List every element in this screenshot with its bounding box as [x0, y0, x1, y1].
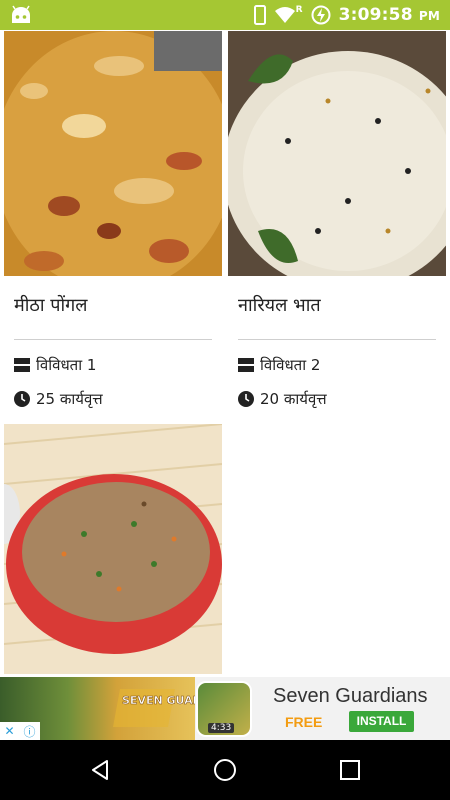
clock: 3:09:58 PM [339, 5, 440, 25]
ad-free-label: FREE [285, 714, 323, 730]
status-bar: R 3:09:58 PM [0, 0, 450, 30]
coconut-rice-photo [228, 31, 446, 276]
navigation-bar [0, 740, 450, 800]
recipe-time: 20 कार्यवृत्त [238, 389, 327, 409]
android-debug-icon [12, 5, 30, 23]
home-icon [214, 759, 236, 781]
time-label: 25 कार्यवृत्त [36, 390, 103, 408]
clock-icon [14, 391, 30, 407]
recipe-difficulty: विविधता 1 [14, 355, 96, 375]
svg-text:SEVEN GUARDIANS: SEVEN GUARDIANS [122, 694, 195, 707]
divider [14, 339, 212, 340]
ad-choices[interactable]: ✕ ⓘ [0, 722, 40, 740]
recipe-title: मीठा पोंगल [14, 295, 88, 316]
recipe-title: नारियल भात [238, 295, 321, 316]
recipe-time: 25 कार्यवृत्त [14, 389, 103, 409]
difficulty-icon [14, 358, 30, 372]
recipe-card-sweet-pongal[interactable]: मीठा पोंगल विविधता 1 25 कार्यवृत्त [4, 31, 222, 431]
recipe-grid: मीठा पोंगल विविधता 1 25 कार्यवृत्त नारिय… [0, 30, 450, 677]
ad-install-button[interactable]: INSTALL [349, 711, 414, 732]
ad-app-icon: 4:33 [196, 681, 252, 737]
wifi-icon [274, 7, 295, 23]
ad-icon-badge: 4:33 [208, 723, 235, 733]
divider [238, 339, 436, 340]
recipe-difficulty: विविधता 2 [238, 355, 320, 375]
sweet-pongal-photo [4, 31, 222, 276]
ad-title[interactable]: Seven Guardians [273, 685, 428, 708]
fried-rice-photo [4, 424, 222, 674]
clock-icon [238, 391, 254, 407]
back-button[interactable] [87, 757, 113, 783]
clock-ampm: PM [418, 9, 440, 23]
difficulty-icon [238, 358, 254, 372]
ad-banner[interactable]: SEVEN GUARDIANS 4:33 Seven Guardians FRE… [0, 677, 450, 740]
ad-close-icon[interactable]: ✕ [4, 724, 14, 738]
battery-charging-icon [311, 5, 331, 25]
difficulty-label: विविधता 2 [260, 356, 321, 374]
recipe-card-fried-rice[interactable] [4, 424, 222, 677]
recents-button[interactable] [337, 757, 363, 783]
time-label: 20 कार्यवृत्त [260, 390, 327, 408]
ad-info-icon[interactable]: ⓘ [23, 723, 35, 740]
back-icon [92, 760, 108, 780]
difficulty-label: विविधता 1 [36, 356, 97, 374]
recents-icon [340, 760, 360, 780]
roaming-label: R [295, 5, 303, 15]
recipe-card-coconut-rice[interactable]: नारियल भात विविधता 2 20 कार्यवृत्त [228, 31, 446, 431]
clock-time: 3:09:58 [338, 5, 413, 25]
home-button[interactable] [212, 757, 238, 783]
phone-icon [253, 5, 266, 25]
